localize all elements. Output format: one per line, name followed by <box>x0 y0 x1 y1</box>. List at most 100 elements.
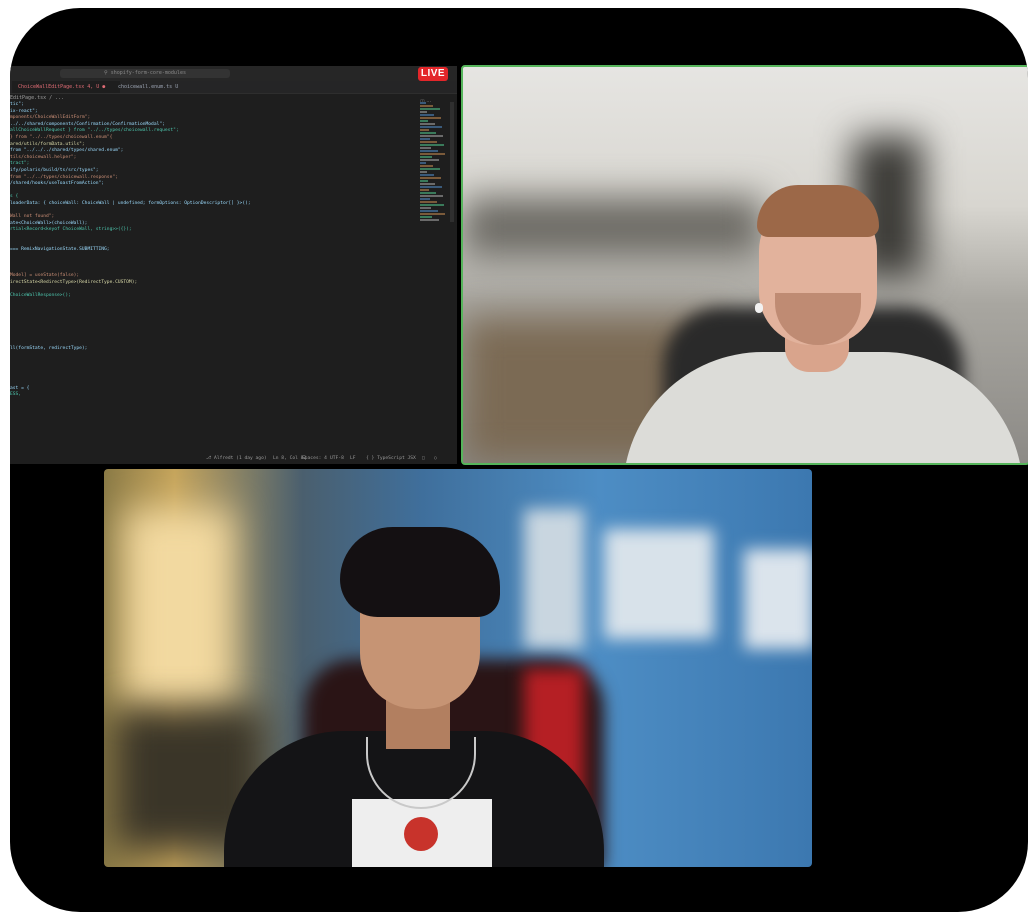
person-hair <box>757 185 879 237</box>
minimap-line <box>420 117 441 119</box>
minimap-line <box>420 144 444 146</box>
code-line[interactable] <box>10 379 410 386</box>
code-line[interactable] <box>10 234 410 241</box>
code-line[interactable]: tils/choicewall.helper"; <box>10 155 410 162</box>
minimap-line <box>420 186 442 188</box>
minimap-line <box>420 195 443 197</box>
minimap-line <box>420 108 440 110</box>
screen-share-code-editor[interactable]: ⚲ shopify-form-core-modules LIVE ChoiceW… <box>10 66 457 464</box>
tab-choicewall-enum[interactable]: choicewall.enum.ts U <box>112 81 220 93</box>
participant-video-top-right[interactable] <box>461 65 1028 465</box>
background-poster <box>744 549 812 649</box>
minimap-line <box>420 132 436 134</box>
minimap-line <box>420 120 428 122</box>
code-line[interactable]: irectState<RedirectType>(RedirectType.CU… <box>10 280 410 287</box>
minimap-line <box>420 147 431 149</box>
status-item[interactable]: ⎇ Alfredt (1 day ago) <box>206 453 267 464</box>
tab-label: choicewall.enum.ts U <box>118 84 179 90</box>
code-line[interactable] <box>10 260 410 267</box>
background-shelf <box>463 197 763 257</box>
code-line[interactable]: ll(formState, redirectType); <box>10 346 410 353</box>
minimap-line <box>420 216 432 218</box>
code-line[interactable] <box>10 208 410 215</box>
editor-tab-bar: ChoiceWallEditPage.tsx 4, U ● choicewall… <box>10 81 457 105</box>
code-line[interactable] <box>10 320 410 327</box>
minimap-line <box>420 177 441 179</box>
code-line[interactable]: loaderData: { choiceWall: ChoiceWall | u… <box>10 201 410 208</box>
code-line[interactable] <box>10 306 410 313</box>
code-area[interactable]: tic"; ix-react"; mponents/ChoiceWallEditFo… <box>10 102 410 399</box>
minimap-line <box>420 141 437 143</box>
code-line[interactable]: } from "../../types/choicewall.enum"{ <box>10 135 410 142</box>
minimap-line <box>420 138 430 140</box>
code-line[interactable]: ChoiceWallResponse>(); <box>10 293 410 300</box>
command-search-text: shopify-form-core-modules <box>110 70 186 76</box>
minimap-line <box>420 123 435 125</box>
minimap-line <box>420 204 444 206</box>
minimap-line <box>420 207 431 209</box>
command-search-bar[interactable]: ⚲ shopify-form-core-modules <box>60 69 230 78</box>
minimap-line <box>420 168 440 170</box>
status-item[interactable]: Spaces: 4 <box>302 453 327 464</box>
bell-icon[interactable]: □ <box>422 453 425 464</box>
minimap-line <box>420 126 442 128</box>
code-line[interactable]: mponents/ChoiceWallEditForm"; <box>10 115 410 122</box>
minimap-line <box>420 180 428 182</box>
shirt-graphic-circle <box>404 817 438 851</box>
code-line[interactable]: tract"; <box>10 161 410 168</box>
status-item[interactable]: { } TypeScript JSX <box>366 453 416 464</box>
minimap-line <box>420 114 434 116</box>
minimap-line <box>420 213 445 215</box>
minimap-line <box>420 210 438 212</box>
earbud-icon <box>755 303 763 313</box>
code-line[interactable] <box>10 333 410 340</box>
code-line[interactable] <box>10 339 410 346</box>
status-item[interactable]: LF <box>350 453 356 464</box>
minimap-line <box>420 174 434 176</box>
editor-scrollbar[interactable] <box>450 102 454 222</box>
code-line[interactable]: ast = { <box>10 386 410 393</box>
minimap-line <box>420 198 430 200</box>
accounts-icon[interactable]: ○ <box>434 453 437 464</box>
code-line[interactable]: Wall not found"; <box>10 214 410 221</box>
status-item[interactable]: UTF-8 <box>330 453 344 464</box>
code-line[interactable]: === RemixNavigationState.SUBMITTING; <box>10 247 410 254</box>
minimap-line <box>420 171 427 173</box>
code-line[interactable]: ify/polaris/build/ts/src/types"; <box>10 168 410 175</box>
code-line[interactable] <box>10 326 410 333</box>
code-line[interactable] <box>10 188 410 195</box>
code-line[interactable] <box>10 254 410 261</box>
minimap-line <box>420 135 443 137</box>
person-hair <box>340 527 500 617</box>
minimap-line <box>420 162 426 164</box>
code-line[interactable] <box>10 366 410 373</box>
code-line[interactable]: s { <box>10 194 410 201</box>
code-line[interactable]: ESS, <box>10 392 410 399</box>
tab-choicewall-edit-page[interactable]: ChoiceWallEditPage.tsx 4, U ● <box>12 81 120 93</box>
code-line[interactable]: rtial<Record<keyof ChoiceWall, string>>(… <box>10 227 410 234</box>
minimap-line <box>420 192 436 194</box>
tab-label: ChoiceWallEditPage.tsx 4, U ● <box>18 84 106 90</box>
code-line[interactable]: from "../../../shared/types/shared.enum"… <box>10 148 410 155</box>
minimap[interactable] <box>420 102 448 222</box>
code-line[interactable] <box>10 313 410 320</box>
video-call-window: ⚲ shopify-form-core-modules LIVE ChoiceW… <box>10 8 1028 912</box>
minimap-line <box>420 105 433 107</box>
minimap-line <box>420 150 438 152</box>
code-line[interactable] <box>10 300 410 307</box>
code-line[interactable]: allChoiceWallRequest } from "../../types… <box>10 128 410 135</box>
minimap-line <box>420 159 439 161</box>
code-line[interactable] <box>10 372 410 379</box>
background-poster <box>604 529 714 639</box>
minimap-line <box>420 183 435 185</box>
minimap-line <box>420 129 429 131</box>
minimap-line <box>420 153 445 155</box>
code-line[interactable]: tic"; <box>10 102 410 109</box>
background-poster <box>524 509 584 649</box>
minimap-line <box>420 102 426 104</box>
code-line[interactable] <box>10 353 410 360</box>
code-line[interactable]: /shared/hooks/useToastFromAction"; <box>10 181 410 188</box>
minimap-line <box>420 189 429 191</box>
code-line[interactable] <box>10 359 410 366</box>
participant-video-bottom[interactable] <box>104 469 812 867</box>
